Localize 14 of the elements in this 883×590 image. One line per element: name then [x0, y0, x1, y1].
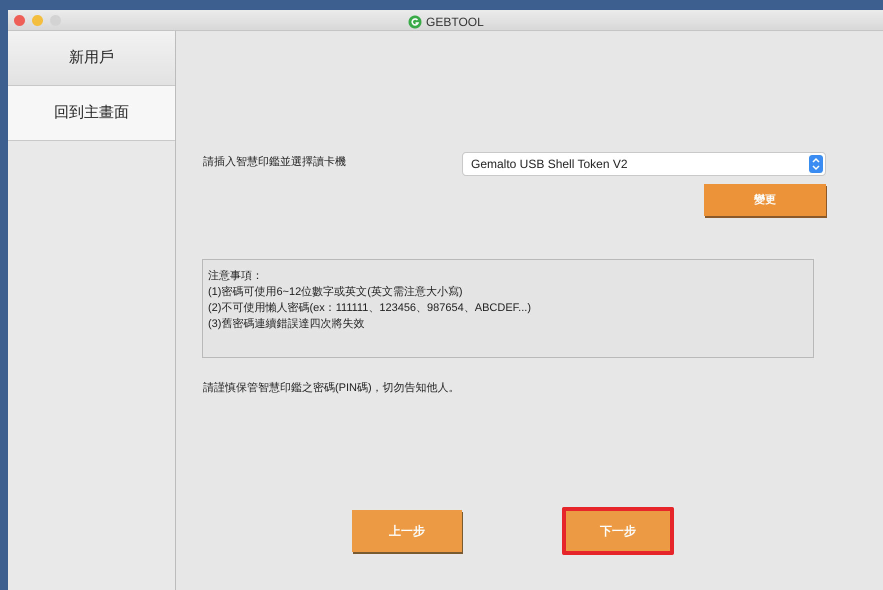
notice-line: (2)不可使用懶人密碼(ex：111111、123456、987654、ABCDEF...)	[208, 300, 532, 316]
minimize-icon[interactable]	[32, 14, 43, 26]
warning-text: 請謹慎保管智慧印鑑之密碼(PIN碼)，切勿告知他人。	[203, 380, 461, 396]
app-logo-icon	[408, 15, 422, 29]
sidebar-item[interactable]: 回到主畫面	[8, 86, 175, 141]
window-title: GEBTOOL	[426, 14, 484, 31]
notice-line: 注意事項：	[208, 268, 264, 284]
notice-line: (3)舊密碼連續錯誤達四次將失效	[208, 316, 366, 332]
reader-select[interactable]: Gemalto USB Shell Token V2	[462, 152, 826, 176]
notice-line: (1)密碼可使用6~12位數字或英文(英文需注意大小寫)	[208, 284, 464, 300]
sidebar-item[interactable]: 新用戶	[8, 31, 175, 86]
reader-label: 請插入智慧印鑑並選擇讀卡機	[203, 154, 347, 170]
stepper-icon	[809, 155, 823, 173]
close-icon[interactable]	[14, 14, 25, 26]
